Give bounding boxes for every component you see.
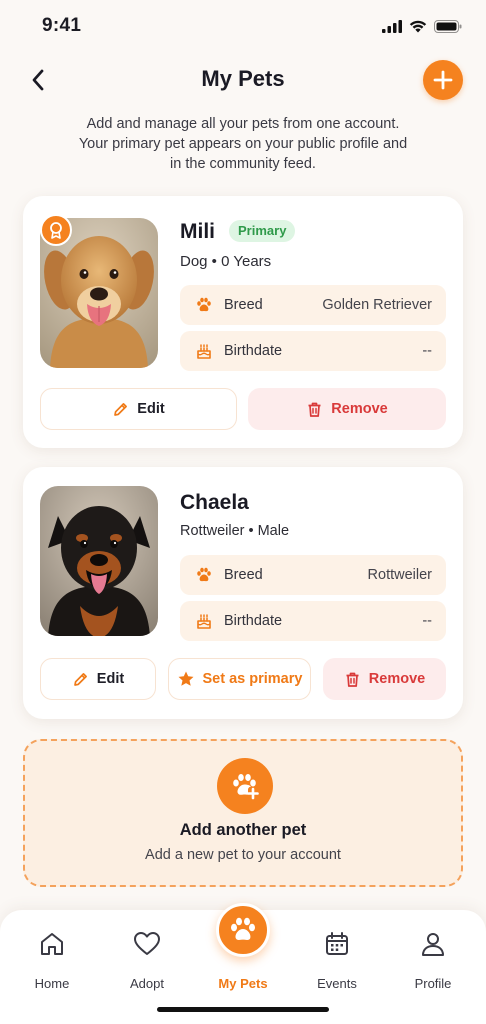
edit-label: Edit — [137, 401, 165, 417]
pencil-icon — [114, 402, 128, 416]
add-another-pet-card[interactable]: Add another pet Add a new pet to your ac… — [23, 739, 463, 887]
heart-icon — [107, 928, 187, 960]
pet-subtitle: Dog • 0 Years — [180, 253, 272, 270]
tab-home[interactable]: Home — [12, 928, 92, 991]
edit-button[interactable]: Edit — [40, 388, 237, 430]
tab-profile[interactable]: Profile — [393, 928, 473, 991]
battery-icon — [434, 19, 462, 33]
my-pets-active-button[interactable] — [216, 903, 270, 957]
intro-line: Your primary pet appears on your public … — [78, 136, 408, 152]
status-icons — [382, 19, 462, 33]
pencil-icon — [73, 672, 87, 686]
cake-icon — [194, 611, 214, 631]
tab-label: Adopt — [130, 976, 164, 991]
header: My Pets — [0, 58, 486, 102]
pet-subtitle: Rottweiler • Male — [180, 523, 290, 539]
set-primary-button[interactable]: Set as primary — [168, 658, 311, 700]
plus-icon — [433, 70, 453, 90]
tab-adopt[interactable]: Adopt — [107, 928, 187, 991]
pet-name: Chaela — [180, 491, 249, 514]
remove-label: Remove — [368, 671, 426, 687]
set-primary-label: Set as primary — [202, 671, 303, 687]
primary-badge: Primary — [229, 220, 296, 242]
paw-icon — [231, 917, 255, 940]
edit-label: Edit — [96, 671, 125, 687]
trash-icon — [346, 672, 359, 687]
birthdate-label: Birthdate — [224, 613, 283, 629]
paw-icon — [194, 295, 214, 315]
calendar-icon — [297, 928, 377, 960]
status-bar: 9:41 — [0, 0, 486, 52]
status-time: 9:41 — [42, 15, 82, 36]
paw-icon — [194, 565, 214, 585]
remove-label: Remove — [331, 401, 388, 417]
birthdate-label: Birthdate — [224, 343, 283, 359]
birthdate-value: -- — [422, 613, 432, 629]
birthdate-value: -- — [422, 343, 432, 359]
add-pet-subtitle: Add a new pet to your account — [145, 847, 341, 863]
trash-icon — [308, 402, 321, 417]
wifi-icon — [409, 20, 427, 32]
cake-icon — [194, 341, 214, 361]
tab-label: Events — [317, 976, 357, 991]
breed-row: Breed Golden Retriever — [180, 285, 446, 325]
home-icon — [12, 928, 92, 960]
pet-card-mili: Mili Primary Dog • 0 Years Breed Golden … — [23, 196, 463, 448]
signal-icon — [382, 19, 402, 33]
pet-card-chaela: Chaela Rottweiler • Male Breed Rottweile… — [23, 467, 463, 719]
birthdate-row: Birthdate -- — [180, 601, 446, 641]
add-pet-title: Add another pet — [179, 821, 307, 839]
birthdate-row: Birthdate -- — [180, 331, 446, 371]
paw-plus-icon — [217, 758, 273, 814]
intro-line: in the community feed. — [170, 156, 316, 172]
tab-label: Profile — [414, 976, 452, 991]
user-icon — [393, 928, 473, 960]
intro-line: Add and manage all your pets from one ac… — [86, 116, 400, 132]
page-title: My Pets — [201, 66, 285, 91]
breed-label: Breed — [224, 567, 263, 583]
add-pet-button[interactable] — [423, 60, 463, 100]
breed-value: Rottweiler — [367, 567, 432, 583]
breed-row: Breed Rottweiler — [180, 555, 446, 595]
intro-text: Add and manage all your pets from one ac… — [40, 114, 446, 174]
home-indicator — [157, 1007, 329, 1012]
edit-button[interactable]: Edit — [40, 658, 156, 700]
breed-value: Golden Retriever — [322, 297, 432, 313]
tab-label: My Pets — [218, 976, 268, 991]
star-icon — [178, 671, 194, 686]
pet-photo-rottweiler — [40, 486, 158, 636]
remove-button[interactable]: Remove — [323, 658, 446, 700]
tab-label: Home — [34, 976, 70, 991]
remove-button[interactable]: Remove — [248, 388, 446, 430]
breed-label: Breed — [224, 297, 263, 313]
primary-ribbon-icon — [40, 214, 72, 246]
tab-events[interactable]: Events — [297, 928, 377, 991]
pet-name: Mili — [180, 220, 215, 243]
